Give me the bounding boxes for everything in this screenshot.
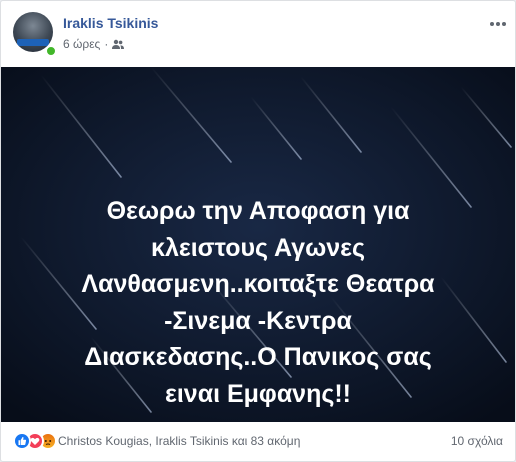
meta-separator: · — [104, 37, 109, 51]
post-image[interactable]: Θεωρω την Αποφαση για κλειστους Αγωνες Λ… — [1, 67, 515, 422]
post-footer: Christos Kougias, Iraklis Tsikinis και 8… — [1, 422, 515, 461]
online-status-dot — [45, 45, 57, 57]
image-caption-text: Θεωρω την Αποφαση για κλειστους Αγωνες Λ… — [81, 197, 435, 408]
author-name[interactable]: Iraklis Tsikinis — [63, 15, 158, 31]
post-timestamp[interactable]: 6 ώρες — [63, 37, 100, 51]
more-options-icon[interactable] — [489, 15, 507, 26]
friends-icon[interactable] — [112, 39, 125, 53]
reaction-names[interactable]: Christos Kougias, Iraklis Tsikinis και 8… — [58, 434, 300, 448]
post-header: Iraklis Tsikinis 6 ώρες · — [1, 1, 515, 67]
comments-count-link[interactable]: 10 σχόλια — [451, 434, 503, 448]
facebook-post: Iraklis Tsikinis 6 ώρες · Θεωρω την Αποφ… — [0, 0, 516, 462]
post-meta: 6 ώρες · — [63, 37, 125, 53]
like-reaction-icon — [13, 432, 31, 450]
avatar-jersey-band — [17, 39, 49, 46]
